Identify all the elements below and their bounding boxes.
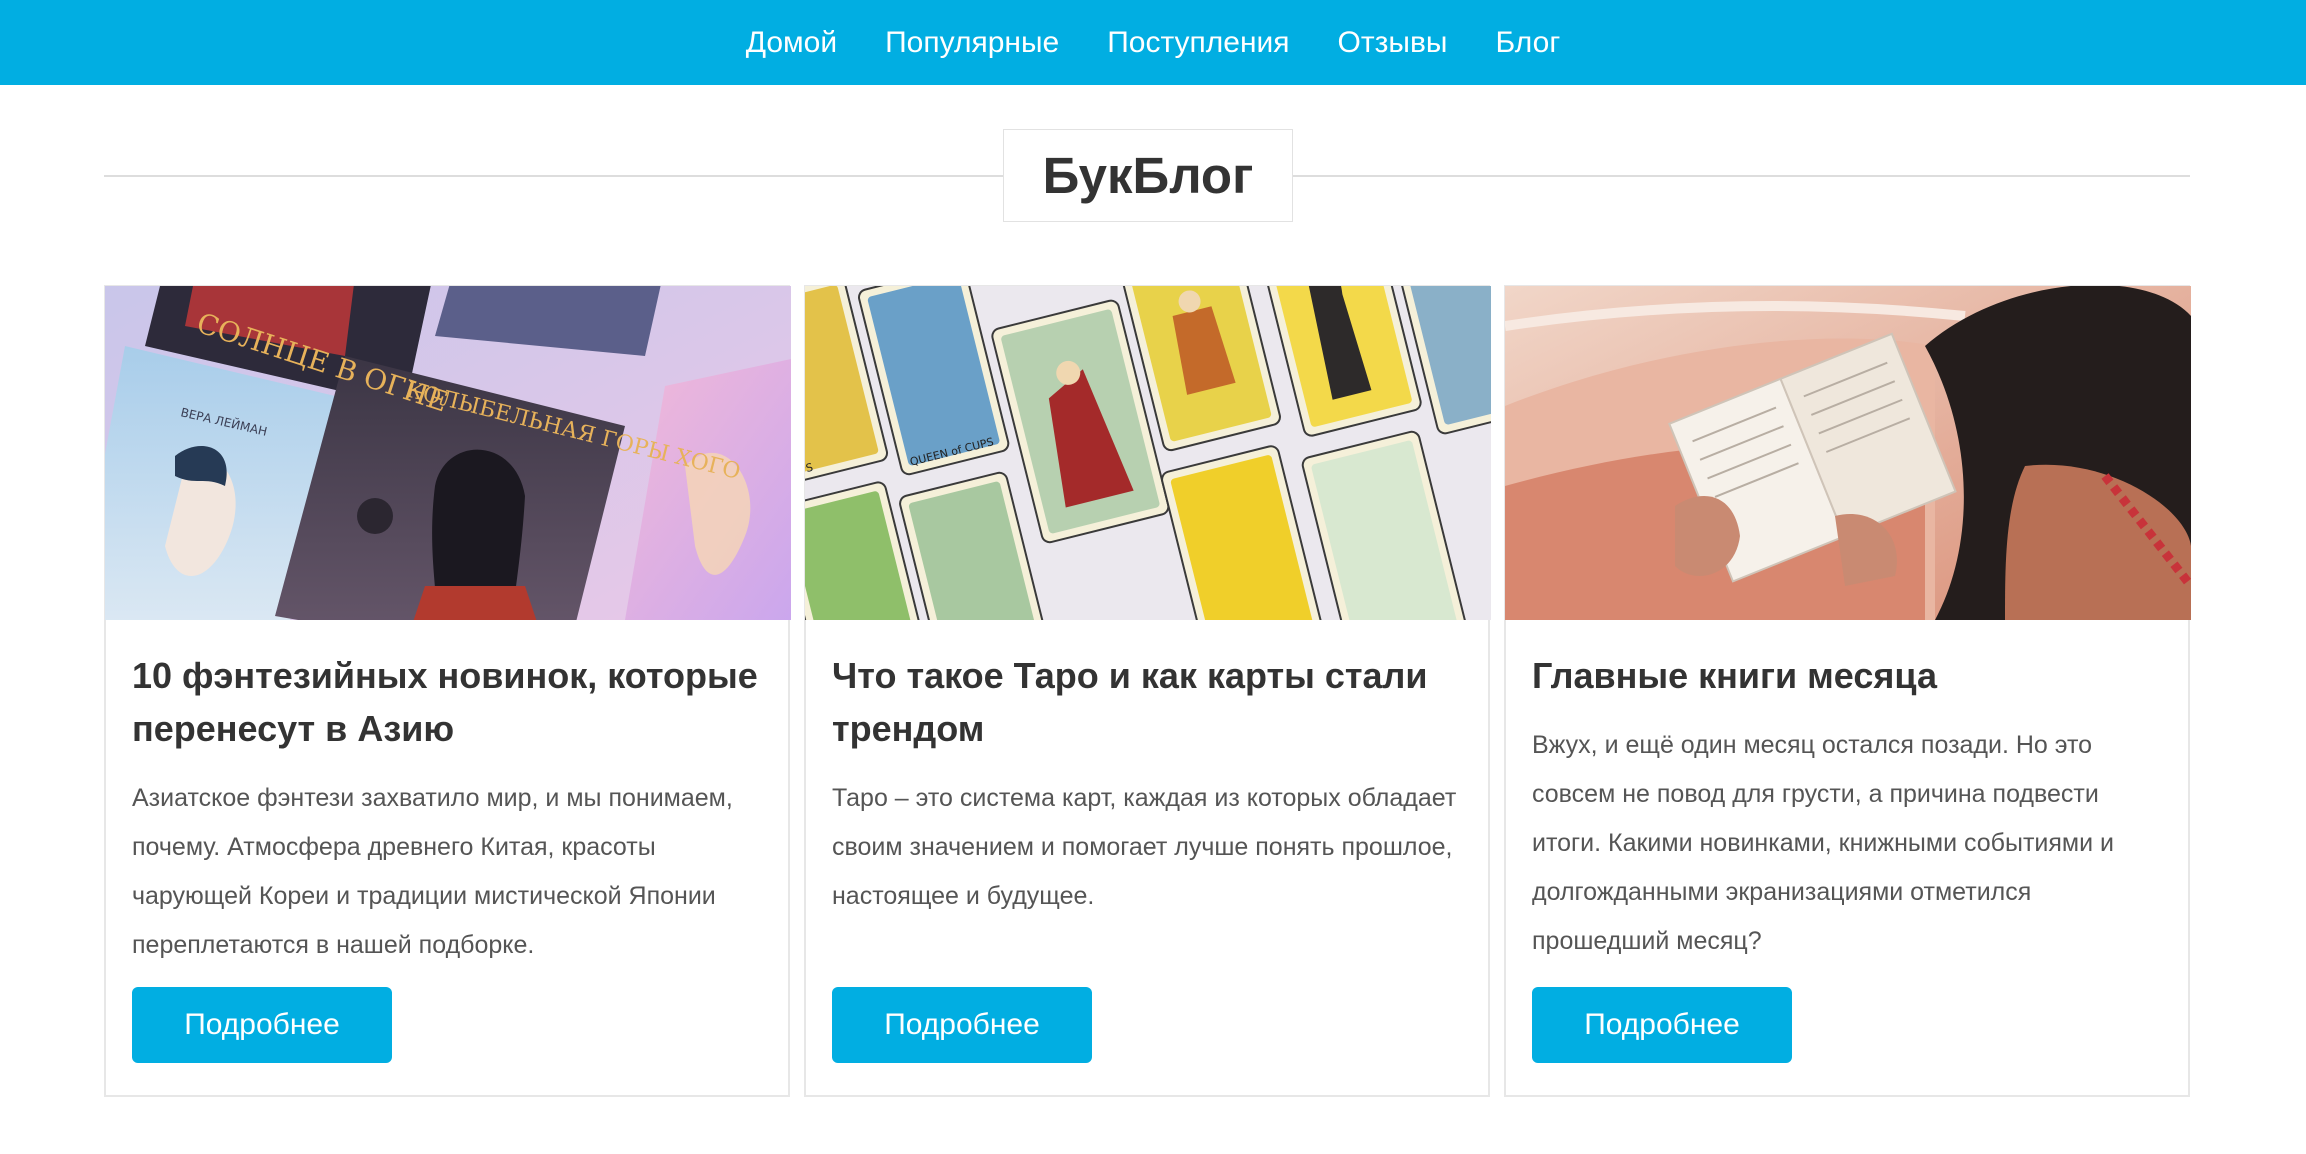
nav-link-home[interactable]: Домой <box>745 26 838 60</box>
blog-cards: СОЛНЦЕ В ОГНЕ ВЕРА ЛЕЙМАН КОЛЫБЕЛЬНАЯ ГО… <box>104 285 2191 1097</box>
card-title: Главные книги месяца <box>1532 655 1937 696</box>
nav-link-arrivals[interactable]: Поступления <box>1106 26 1290 60</box>
tarot-cards-image: QUEEN of CUPS CUPS <box>805 286 1491 620</box>
read-more-button[interactable]: Подробнее <box>132 987 392 1063</box>
page-title-section: БукБлог <box>104 129 2190 222</box>
read-more-button[interactable]: Подробнее <box>832 987 1092 1063</box>
woman-reading-image <box>1505 286 2191 620</box>
nav-link-blog[interactable]: Блог <box>1494 26 1561 60</box>
page-title: БукБлог <box>1042 147 1254 204</box>
page-title-box: БукБлог <box>1003 129 1293 222</box>
nav-link-reviews[interactable]: Отзывы <box>1337 26 1449 60</box>
blog-card-asian-fantasy: СОЛНЦЕ В ОГНЕ ВЕРА ЛЕЙМАН КОЛЫБЕЛЬНАЯ ГО… <box>104 285 791 1097</box>
card-excerpt: Таро – это система карт, каждая из котор… <box>832 784 1457 910</box>
blog-card-tarot: QUEEN of CUPS CUPS Что такое Таро и как … <box>804 285 1491 1097</box>
read-more-button[interactable]: Подробнее <box>1532 987 1792 1063</box>
card-excerpt: Азиатское фэнтези захватило мир, и мы по… <box>132 784 733 959</box>
card-image-month-books <box>1505 286 2191 620</box>
card-title: Что такое Таро и как карты стали трендом <box>832 655 1428 749</box>
card-image-tarot: QUEEN of CUPS CUPS <box>805 286 1491 620</box>
card-excerpt: Вжух, и ещё один месяц остался позади. Н… <box>1532 731 2114 955</box>
top-navigation: Домой Популярные Поступления Отзывы Блог <box>0 0 2306 85</box>
nav-link-popular[interactable]: Популярные <box>884 26 1060 60</box>
card-image-asian-fantasy: СОЛНЦЕ В ОГНЕ ВЕРА ЛЕЙМАН КОЛЫБЕЛЬНАЯ ГО… <box>105 286 791 620</box>
blog-card-month-books: Главные книги месяца Вжух, и ещё один ме… <box>1504 285 2191 1097</box>
asian-fantasy-books-image: СОЛНЦЕ В ОГНЕ ВЕРА ЛЕЙМАН КОЛЫБЕЛЬНАЯ ГО… <box>105 286 791 620</box>
card-title: 10 фэнтезийных новинок, которые перенесу… <box>132 655 758 749</box>
